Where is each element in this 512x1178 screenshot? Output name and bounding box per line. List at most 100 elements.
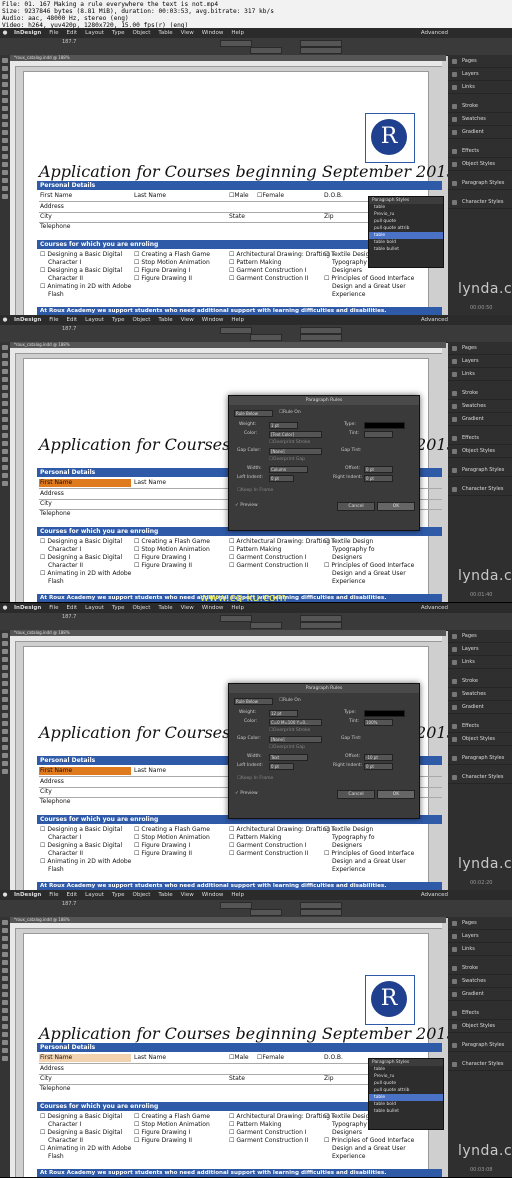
font-style-dropdown[interactable] [300, 334, 342, 341]
menu-help[interactable]: Help [227, 603, 248, 613]
course-item[interactable]: Designing a Basic Digital [40, 554, 131, 562]
course-item[interactable]: Creating a Flash Game [134, 826, 210, 834]
rect-tool-icon[interactable] [2, 705, 8, 710]
selection-tool-icon[interactable] [2, 633, 8, 638]
hand-tool-icon[interactable] [2, 465, 8, 470]
course-item[interactable]: Creating a Flash Game [134, 538, 210, 546]
pen-tool-icon[interactable] [2, 968, 8, 973]
zoom-level[interactable]: 187.7 [62, 39, 76, 45]
pencil-tool-icon[interactable] [2, 114, 8, 119]
rect-tool-icon[interactable] [2, 992, 8, 997]
hand-tool-icon[interactable] [2, 753, 8, 758]
hyphenate-toggle[interactable] [250, 622, 282, 629]
style-item[interactable]: table bold [369, 1101, 443, 1108]
course-item[interactable]: Architectural Drawing: Drafting I [229, 251, 334, 259]
course-item[interactable]: Garment Construction I [229, 1129, 334, 1137]
layers-panel-tab[interactable]: Layers [448, 644, 512, 656]
fill-stroke-icon[interactable] [2, 1056, 8, 1061]
type-tool-icon[interactable] [2, 665, 8, 670]
course-item[interactable]: Principles of Good Interface [324, 275, 414, 283]
course-item[interactable]: Creating a Flash Game [134, 251, 210, 259]
line-tool-icon[interactable] [2, 98, 8, 103]
zoom-level[interactable]: 187.7 [62, 901, 76, 907]
font-style-dropdown[interactable] [300, 909, 342, 916]
offset-field[interactable]: 0 pt [364, 466, 393, 473]
fill-stroke-icon[interactable] [2, 769, 8, 774]
course-item[interactable]: Pattern Making [229, 1121, 334, 1129]
male-checkbox[interactable]: Male [229, 1054, 248, 1061]
paragraph-styles-panel-tab[interactable]: Paragraph Styles [448, 1040, 512, 1052]
ok-button[interactable]: OK [377, 502, 415, 511]
layers-panel-tab[interactable]: Layers [448, 931, 512, 943]
course-item[interactable]: Figure Drawing II [134, 275, 210, 283]
zoom-tool-icon[interactable] [2, 473, 8, 478]
page-tool-icon[interactable] [2, 361, 8, 366]
object-styles-panel-tab[interactable]: Object Styles [448, 734, 512, 746]
tint-field[interactable] [364, 431, 393, 438]
course-item[interactable]: Stop Motion Animation [134, 259, 210, 267]
preview-checkbox[interactable]: ✓ Preview [235, 503, 258, 508]
cancel-button[interactable]: Cancel [337, 790, 375, 799]
hyphenate-toggle[interactable] [250, 47, 282, 54]
menu-file[interactable]: File [45, 890, 62, 900]
menu-indesign[interactable]: InDesign [10, 315, 45, 325]
overprint-gap-checkbox[interactable]: Overprint Gap [269, 457, 305, 462]
left-indent-field[interactable]: 0 pt [269, 475, 294, 482]
menu-window[interactable]: Window [198, 603, 228, 613]
selection-tool-icon[interactable] [2, 345, 8, 350]
hyphenate-toggle[interactable] [250, 909, 282, 916]
menu-table[interactable]: Table [154, 890, 176, 900]
keep-in-frame-checkbox[interactable]: Keep In Frame [237, 488, 273, 493]
links-panel-tab[interactable]: Links [448, 369, 512, 381]
rect-tool-icon[interactable] [2, 417, 8, 422]
gradient-panel-tab[interactable]: Gradient [448, 702, 512, 714]
fill-stroke-icon[interactable] [2, 481, 8, 486]
apple-icon[interactable]: ● [0, 28, 10, 38]
menu-table[interactable]: Table [154, 315, 176, 325]
course-item[interactable]: Principles of Good Interface [324, 562, 414, 570]
page-tool-icon[interactable] [2, 936, 8, 941]
course-item[interactable]: Figure Drawing II [134, 1137, 210, 1145]
course-item[interactable]: Garment Construction I [229, 842, 334, 850]
font-family-dropdown[interactable] [300, 902, 342, 909]
transform-tool-icon[interactable] [2, 721, 8, 726]
workspace-switcher[interactable]: Advanced [421, 890, 512, 900]
menu-layout[interactable]: Layout [81, 315, 108, 325]
right-indent-field[interactable]: 0 pt [364, 763, 393, 770]
style-item[interactable]: pull quote [369, 1080, 443, 1087]
course-item[interactable]: Designing a Basic Digital [40, 826, 131, 834]
style-dropdown[interactable] [220, 615, 252, 622]
menu-object[interactable]: Object [129, 890, 155, 900]
paragraph-styles-panel-tab[interactable]: Paragraph Styles [448, 178, 512, 190]
course-item[interactable]: Animating in 2D with Adobe [40, 283, 131, 291]
direct-select-icon[interactable] [2, 66, 8, 71]
stroke-panel-tab[interactable]: Stroke [448, 388, 512, 400]
gradient-panel-tab[interactable]: Gradient [448, 989, 512, 1001]
selection-tool-icon[interactable] [2, 58, 8, 63]
character-styles-panel-tab[interactable]: Character Styles [448, 1059, 512, 1071]
font-family-dropdown[interactable] [300, 327, 342, 334]
character-styles-panel-tab[interactable]: Character Styles [448, 772, 512, 784]
course-item[interactable]: Figure Drawing I [134, 842, 210, 850]
menu-view[interactable]: View [177, 890, 198, 900]
style-dropdown[interactable] [220, 902, 252, 909]
course-item[interactable]: Garment Construction II [229, 1137, 334, 1145]
gradient-panel-tab[interactable]: Gradient [448, 127, 512, 139]
scissors-tool-icon[interactable] [2, 425, 8, 430]
rect-frame-tool-icon[interactable] [2, 409, 8, 414]
menu-help[interactable]: Help [227, 315, 248, 325]
gradient-tool-icon[interactable] [2, 729, 8, 734]
course-item[interactable]: Garment Construction I [229, 554, 334, 562]
menu-type[interactable]: Type [108, 28, 129, 38]
style-item[interactable]: pull quote attrib [369, 225, 443, 232]
gap-color-select[interactable]: [None] [269, 736, 322, 743]
style-dropdown[interactable] [220, 327, 252, 334]
menu-indesign[interactable]: InDesign [10, 28, 45, 38]
menu-type[interactable]: Type [108, 603, 129, 613]
course-item[interactable]: Stop Motion Animation [134, 834, 210, 842]
course-item[interactable]: Designing a Basic Digital [40, 538, 131, 546]
course-item[interactable]: Figure Drawing II [134, 562, 210, 570]
scissors-tool-icon[interactable] [2, 1000, 8, 1005]
offset-field[interactable]: -10 pt [364, 754, 393, 761]
object-styles-panel-tab[interactable]: Object Styles [448, 159, 512, 171]
